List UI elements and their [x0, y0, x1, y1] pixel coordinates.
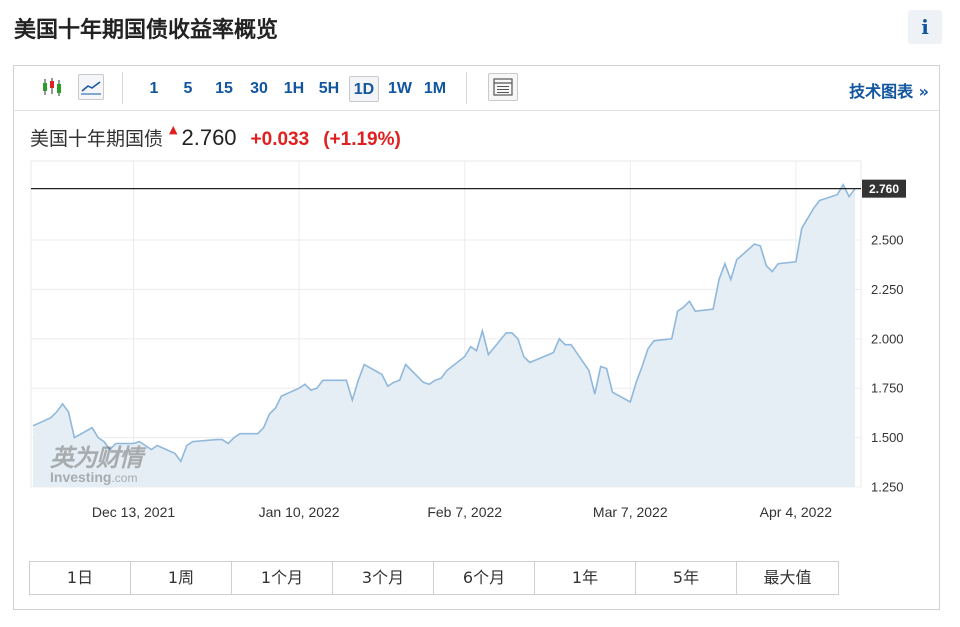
y-tick-label: 2.500 — [871, 233, 904, 248]
x-tick-label: Mar 7, 2022 — [593, 504, 668, 520]
range-1-day[interactable]: 1日 — [30, 562, 131, 594]
chart-panel: 1 5 15 30 1H 5H 1D 1W 1M 技术图表 » 美国十年期国债 … — [13, 65, 940, 610]
page-title: 美国十年期国债收益率概览 — [14, 18, 279, 43]
x-tick-label: Apr 4, 2022 — [760, 504, 833, 520]
y-tick-label: 1.250 — [871, 480, 904, 495]
range-5-years[interactable]: 5年 — [636, 562, 737, 594]
y-tick-label: 1.500 — [871, 430, 904, 445]
range-1-week[interactable]: 1周 — [131, 562, 232, 594]
range-max[interactable]: 最大值 — [737, 562, 838, 594]
y-tick-label: 2.000 — [871, 331, 904, 346]
x-tick-label: Feb 7, 2022 — [427, 504, 502, 520]
range-6-months[interactable]: 6个月 — [434, 562, 535, 594]
range-1-month[interactable]: 1个月 — [232, 562, 333, 594]
x-tick-label: Dec 13, 2021 — [92, 504, 175, 520]
y-tick-label: 1.750 — [871, 381, 904, 396]
range-selector: 1日 1周 1个月 3个月 6个月 1年 5年 最大值 — [29, 561, 839, 595]
info-button[interactable]: i — [908, 10, 942, 44]
y-tick-label: 2.250 — [871, 282, 904, 297]
x-tick-label: Jan 10, 2022 — [259, 504, 340, 520]
range-3-months[interactable]: 3个月 — [333, 562, 434, 594]
range-1-year[interactable]: 1年 — [535, 562, 636, 594]
yield-chart[interactable]: 2.760 1.250 1.500 1.750 2.000 2.250 2.500 Dec 1… — [14, 66, 939, 536]
last-value-label: 2.760 — [869, 182, 899, 196]
